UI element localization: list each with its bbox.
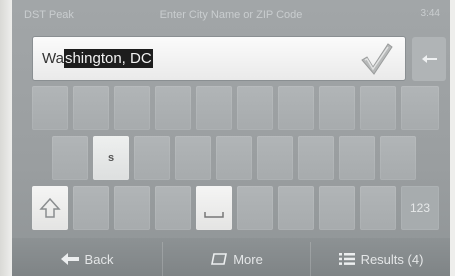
- city-search-value-selected: shington, DC: [63, 49, 153, 68]
- shift-key[interactable]: [32, 186, 68, 230]
- keyboard-key[interactable]: [339, 136, 375, 180]
- space-key[interactable]: [196, 186, 232, 230]
- keyboard-key[interactable]: [196, 86, 232, 130]
- keyboard-key[interactable]: [278, 86, 314, 130]
- keyboard-key[interactable]: [237, 186, 273, 230]
- keyboard-key[interactable]: [73, 186, 109, 230]
- back-button-label: Back: [84, 251, 114, 267]
- keyboard-key[interactable]: [380, 136, 416, 180]
- keyboard-key[interactable]: [216, 136, 252, 180]
- city-search-value-plain: Wa: [42, 50, 64, 67]
- keyboard-key[interactable]: [319, 86, 355, 130]
- title-bar: DST Peak Enter City Name or ZIP Code 3:4…: [12, 0, 450, 32]
- keyboard-key[interactable]: [52, 136, 88, 180]
- results-button-label: Results (4): [360, 251, 424, 267]
- keyboard-key[interactable]: [360, 86, 396, 130]
- keyboard-key[interactable]: [155, 86, 191, 130]
- keyboard-key[interactable]: [278, 186, 314, 230]
- city-search-value: Washington, DC: [42, 49, 153, 68]
- keyboard-key[interactable]: [257, 136, 293, 180]
- keyboard-key[interactable]: [73, 86, 109, 130]
- backspace-arrow-icon: [422, 55, 437, 63]
- backspace-button[interactable]: [412, 37, 446, 81]
- city-search-input[interactable]: Washington, DC: [32, 36, 406, 81]
- keyboard-key[interactable]: [237, 86, 273, 130]
- space-bar-icon: [204, 212, 224, 218]
- keyboard-key[interactable]: [401, 86, 439, 130]
- keyboard-key[interactable]: [298, 136, 334, 180]
- device-bezel-right: [450, 0, 455, 276]
- navigation-screen: DST Peak Enter City Name or ZIP Code 3:4…: [12, 0, 450, 276]
- keyboard-key[interactable]: [134, 136, 170, 180]
- keyboard-key-s[interactable]: s: [93, 136, 129, 180]
- title-bar-clock: 3:44: [420, 8, 440, 19]
- results-button[interactable]: Results (4): [310, 242, 450, 276]
- keyboard-key[interactable]: [175, 136, 211, 180]
- keyboard-key[interactable]: [360, 186, 396, 230]
- more-button-label: More: [233, 251, 263, 267]
- back-arrow-icon: [60, 253, 79, 265]
- keyboard-key[interactable]: [114, 186, 150, 230]
- list-icon: [338, 253, 355, 265]
- checkmark-icon[interactable]: [357, 41, 395, 77]
- device-bezel-left: [0, 0, 12, 276]
- keyboard-key[interactable]: [155, 186, 191, 230]
- keyboard-key[interactable]: [319, 186, 355, 230]
- keyboard-key[interactable]: [114, 86, 150, 130]
- keyboard-key[interactable]: [32, 86, 68, 130]
- back-button[interactable]: Back: [12, 242, 162, 276]
- title-bar-prompt: Enter City Name or ZIP Code: [159, 9, 303, 21]
- shift-arrow-icon: [39, 197, 61, 218]
- more-icon: [211, 253, 228, 265]
- numeric-keyboard-key[interactable]: 123: [401, 186, 439, 230]
- more-button[interactable]: More: [162, 242, 311, 276]
